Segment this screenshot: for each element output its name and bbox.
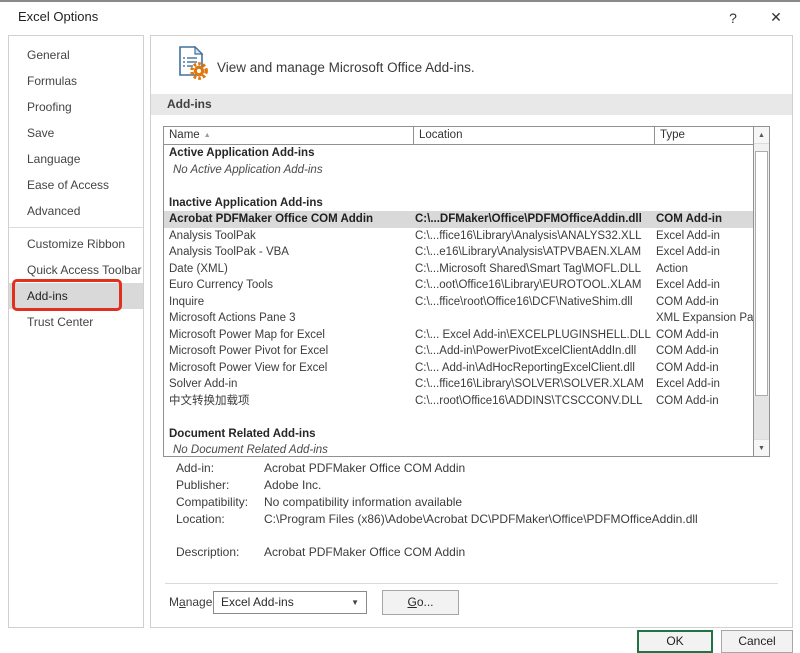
- table-row[interactable]: Microsoft Power Pivot for ExcelC:\...Add…: [164, 343, 753, 360]
- manage-dropdown[interactable]: Excel Add-ins ▼: [213, 591, 367, 614]
- sidebar-item-save[interactable]: Save: [9, 120, 143, 146]
- table-body: Active Application Add-ins No Active App…: [164, 145, 753, 456]
- sidebar-item-proofing[interactable]: Proofing: [9, 94, 143, 120]
- help-icon[interactable]: ?: [722, 7, 744, 29]
- table-row[interactable]: 中文转换加载项C:\...root\Office16\ADDINS\TCSCCO…: [164, 393, 753, 410]
- sidebar: General Formulas Proofing Save Language …: [8, 35, 144, 628]
- sidebar-item-advanced[interactable]: Advanced: [9, 198, 143, 224]
- table-blank-row: [164, 178, 753, 195]
- manage-dropdown-value: Excel Add-ins: [221, 595, 294, 609]
- sidebar-item-ease-of-access[interactable]: Ease of Access: [9, 172, 143, 198]
- go-button[interactable]: Go...: [382, 590, 459, 615]
- table-row[interactable]: Microsoft Power View for ExcelC:\... Add…: [164, 360, 753, 377]
- scrollbar-track[interactable]: [754, 396, 769, 439]
- detail-row-description: Description:Acrobat PDFMaker Office COM …: [176, 544, 698, 561]
- cancel-button[interactable]: Cancel: [721, 630, 793, 653]
- ok-button[interactable]: OK: [637, 630, 713, 653]
- addins-panel: View and manage Microsoft Office Add-ins…: [150, 35, 793, 628]
- sidebar-item-general[interactable]: General: [9, 42, 143, 68]
- table-row[interactable]: Microsoft Actions Pane 3XML Expansion Pa…: [164, 310, 753, 327]
- section-header: Add-ins: [151, 94, 792, 115]
- table-row[interactable]: Euro Currency ToolsC:\...oot\Office16\Li…: [164, 277, 753, 294]
- table-row[interactable]: Solver Add-inC:\...ffice16\Library\SOLVE…: [164, 376, 753, 393]
- sidebar-item-quick-access-toolbar[interactable]: Quick Access Toolbar: [9, 257, 143, 283]
- sidebar-item-language[interactable]: Language: [9, 146, 143, 172]
- addins-table: Name▲ Location Type Active Application A…: [163, 126, 770, 457]
- addins-page-icon: [177, 46, 209, 80]
- detail-row-addin: Add-in:Acrobat PDFMaker Office COM Addin: [176, 460, 698, 477]
- excel-options-dialog: Excel Options ? ✕ General Formulas Proof…: [0, 0, 800, 653]
- detail-row-location: Location:C:\Program Files (x86)\Adobe\Ac…: [176, 511, 698, 528]
- sort-asc-icon: ▲: [204, 132, 211, 139]
- table-row[interactable]: Analysis ToolPakC:\...ffice16\Library\An…: [164, 228, 753, 245]
- table-header: Name▲ Location Type: [164, 127, 769, 145]
- scrollbar-up-icon[interactable]: ▲: [754, 127, 769, 144]
- column-header-type[interactable]: Type: [655, 127, 769, 144]
- manage-label: Manage:: [169, 595, 216, 609]
- sidebar-divider: [9, 227, 143, 228]
- vertical-scrollbar[interactable]: ▲ ▼: [753, 127, 769, 456]
- page-description: View and manage Microsoft Office Add-ins…: [217, 60, 475, 75]
- table-blank-row: [164, 409, 753, 426]
- chevron-down-icon: ▼: [351, 592, 359, 613]
- section-title: Add-ins: [151, 94, 792, 115]
- detail-row-compatibility: Compatibility:No compatibility informati…: [176, 494, 698, 511]
- table-empty-row: No Document Related Add-ins: [164, 442, 753, 456]
- sidebar-item-add-ins[interactable]: Add-ins: [9, 283, 143, 309]
- sidebar-item-customize-ribbon[interactable]: Customize Ribbon: [9, 231, 143, 257]
- detail-row-publisher: Publisher:Adobe Inc.: [176, 477, 698, 494]
- sidebar-item-formulas[interactable]: Formulas: [9, 68, 143, 94]
- table-row[interactable]: Analysis ToolPak - VBAC:\...e16\Library\…: [164, 244, 753, 261]
- manage-separator: [165, 583, 778, 584]
- table-group-row: Inactive Application Add-ins: [164, 195, 753, 212]
- table-group-row: Document Related Add-ins: [164, 426, 753, 443]
- column-header-name[interactable]: Name▲: [164, 127, 414, 144]
- table-row[interactable]: Date (XML)C:\...Microsoft Shared\Smart T…: [164, 261, 753, 278]
- addin-details: Add-in:Acrobat PDFMaker Office COM Addin…: [176, 460, 698, 561]
- scrollbar-down-icon[interactable]: ▼: [754, 439, 769, 456]
- table-empty-row: No Active Application Add-ins: [164, 162, 753, 179]
- sidebar-item-trust-center[interactable]: Trust Center: [9, 309, 143, 335]
- table-row-selected[interactable]: Acrobat PDFMaker Office COM AddinC:\...D…: [164, 211, 753, 228]
- column-header-location[interactable]: Location: [414, 127, 655, 144]
- dialog-title: Excel Options: [18, 9, 98, 24]
- close-icon[interactable]: ✕: [763, 5, 789, 29]
- table-group-row: Active Application Add-ins: [164, 145, 753, 162]
- table-row[interactable]: Microsoft Power Map for ExcelC:\... Exce…: [164, 327, 753, 344]
- table-row[interactable]: InquireC:\...ffice\root\Office16\DCF\Nat…: [164, 294, 753, 311]
- scrollbar-thumb[interactable]: [755, 151, 768, 396]
